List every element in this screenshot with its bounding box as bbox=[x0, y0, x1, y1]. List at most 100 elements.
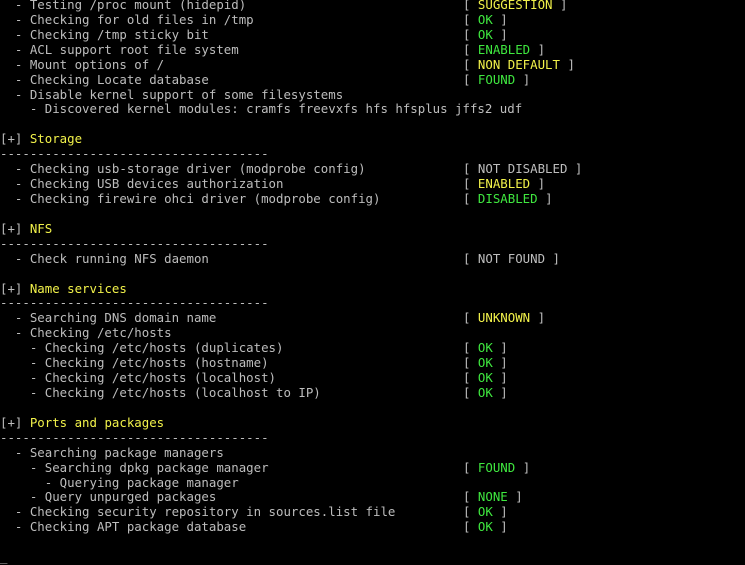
line-text: - Disable kernel support of some filesys… bbox=[0, 86, 344, 102]
status-label: NON DEFAULT bbox=[477, 56, 560, 72]
status-label: OK bbox=[477, 26, 493, 42]
status-badge: [ OK ] bbox=[463, 504, 508, 520]
status-label: OK bbox=[477, 340, 493, 356]
status-label: OK bbox=[477, 519, 493, 535]
output-line: ------------------------------------ bbox=[0, 429, 745, 446]
status-badge: [ FOUND ] bbox=[463, 459, 531, 475]
status-badge: [ OK ] bbox=[463, 11, 508, 27]
line-text: ------------------------------------ bbox=[0, 295, 269, 311]
section-prefix: [+] bbox=[0, 414, 30, 430]
section-title: NFS bbox=[29, 220, 53, 236]
output-line: - Checking /etc/hosts (hostname) [ OK ] bbox=[0, 355, 745, 371]
section-title: Storage bbox=[29, 131, 83, 147]
line-text: - Checking APT package database bbox=[0, 519, 247, 535]
status-label: NONE bbox=[477, 489, 508, 505]
status-badge: [ OK ] bbox=[463, 370, 508, 386]
output-line: - Mount options of / [ NON DEFAULT ] bbox=[0, 56, 745, 73]
line-text: - Checking USB devices authorization bbox=[0, 176, 284, 192]
status-badge: [ FOUND ] bbox=[463, 71, 531, 87]
status-badge: [ OK ] bbox=[463, 384, 508, 400]
line-text: - Searching package managers bbox=[0, 444, 224, 460]
line-text: - Mount options of / bbox=[0, 56, 165, 72]
status-badge: [ OK ] bbox=[463, 355, 508, 371]
output-line: ------------------------------------ bbox=[0, 146, 745, 162]
line-text: - Querying package manager bbox=[0, 474, 239, 490]
status-label: ENABLED bbox=[477, 176, 531, 192]
status-badge: [ NON DEFAULT ] bbox=[463, 56, 575, 72]
line-text: - Check running NFS daemon bbox=[0, 250, 209, 266]
output-line: - Searching package managers bbox=[0, 444, 745, 461]
status-label: OK bbox=[477, 355, 493, 371]
output-line: - Checking APT package database [ OK ] bbox=[0, 519, 745, 535]
status-label: OK bbox=[477, 384, 493, 400]
section-header: [+] Ports and packages bbox=[0, 414, 745, 431]
line-text: - Checking /etc/hosts (duplicates) bbox=[0, 340, 284, 356]
line-text: ------------------------------------ bbox=[0, 235, 269, 251]
status-badge: [ NOT DISABLED ] bbox=[463, 161, 583, 177]
status-badge: [ ENABLED ] bbox=[463, 176, 546, 192]
output-line: - Checking /etc/hosts bbox=[0, 325, 745, 341]
output-line: - Query unpurged packages [ NONE ] bbox=[0, 489, 745, 505]
line-text: - Query unpurged packages bbox=[0, 489, 217, 505]
line-text: - Testing /proc mount (hidepid) bbox=[0, 0, 247, 12]
line-text: - Searching DNS domain name bbox=[0, 310, 217, 326]
line-text: - Checking Locate database bbox=[0, 71, 209, 87]
line-text: ------------------------------------ bbox=[0, 146, 269, 162]
section-title: Ports and packages bbox=[29, 414, 165, 430]
status-badge: [ DISABLED ] bbox=[463, 190, 553, 206]
section-title: Name services bbox=[29, 280, 127, 296]
output-line: - Disable kernel support of some filesys… bbox=[0, 86, 745, 103]
output-line: - Querying package manager bbox=[0, 474, 745, 491]
output-line: - Discovered kernel modules: cramfs free… bbox=[0, 101, 745, 117]
line-text: - Discovered kernel modules: cramfs free… bbox=[0, 101, 523, 117]
line-text: - ACL support root file system bbox=[0, 41, 239, 57]
output-line: - Searching dpkg package manager [ FOUND … bbox=[0, 459, 745, 476]
output-line: - Checking /etc/hosts (localhost) [ OK ] bbox=[0, 370, 745, 386]
status-label: UNKNOWN bbox=[477, 310, 531, 326]
line-text: - Checking usb-storage driver (modprobe … bbox=[0, 161, 366, 177]
line-text: - Checking firewire ohci driver (modprob… bbox=[0, 190, 381, 206]
terminal-cursor: _ bbox=[0, 549, 8, 565]
output-line: - Checking for old files in /tmp [ OK ] bbox=[0, 11, 745, 28]
status-label: OK bbox=[477, 504, 493, 520]
section-header: [+] Storage bbox=[0, 131, 745, 147]
section-header: [+] Name services bbox=[0, 280, 745, 297]
status-label: SUGGESTION bbox=[477, 0, 553, 12]
output-line: - Checking Locate database [ FOUND ] bbox=[0, 71, 745, 88]
output-line: ------------------------------------ bbox=[0, 295, 745, 311]
terminal-output: - Testing /proc mount (hidepid)[ SUGGEST… bbox=[0, 0, 745, 565]
status-label: FOUND bbox=[477, 459, 516, 475]
output-line: - ACL support root file system [ ENABLED … bbox=[0, 41, 745, 58]
line-text: ------------------------------------ bbox=[0, 429, 269, 445]
output-line: - Checking /etc/hosts (duplicates) [ OK ] bbox=[0, 340, 745, 356]
line-text: - Checking /tmp sticky bit bbox=[0, 26, 209, 42]
status-badge: [ OK ] bbox=[463, 340, 508, 356]
section-prefix: [+] bbox=[0, 280, 30, 296]
status-label: OK bbox=[477, 11, 493, 27]
output-line: - Checking firewire ohci driver (modprob… bbox=[0, 190, 745, 207]
status-label: NOT FOUND bbox=[477, 250, 546, 266]
line-text: - Checking /etc/hosts bbox=[0, 325, 172, 341]
line-text: - Checking /etc/hosts (localhost) bbox=[0, 370, 277, 386]
line-text: - Checking for old files in /tmp bbox=[0, 11, 254, 27]
status-badge: [ NONE ] bbox=[463, 489, 523, 505]
output-line: - Checking security repository in source… bbox=[0, 504, 745, 520]
line-text: - Checking security repository in source… bbox=[0, 504, 396, 520]
line-text: - Checking /etc/hosts (localhost to IP) bbox=[0, 384, 321, 400]
section-prefix: [+] bbox=[0, 131, 30, 147]
status-badge: [ UNKNOWN ] bbox=[463, 310, 546, 326]
section-prefix: [+] bbox=[0, 220, 30, 236]
line-text: - Checking /etc/hosts (hostname) bbox=[0, 355, 269, 371]
output-line: - Checking /etc/hosts (localhost to IP) [… bbox=[0, 384, 745, 401]
output-line: ------------------------------------ bbox=[0, 235, 745, 252]
output-line: - Searching DNS domain name [ UNKNOWN ] bbox=[0, 310, 745, 326]
status-label: DISABLED bbox=[477, 190, 538, 206]
status-label: FOUND bbox=[477, 71, 516, 87]
section-header: [+] NFS bbox=[0, 220, 745, 237]
status-badge: [ NOT FOUND ] bbox=[463, 250, 560, 266]
status-badge: [ OK ] bbox=[463, 26, 508, 42]
